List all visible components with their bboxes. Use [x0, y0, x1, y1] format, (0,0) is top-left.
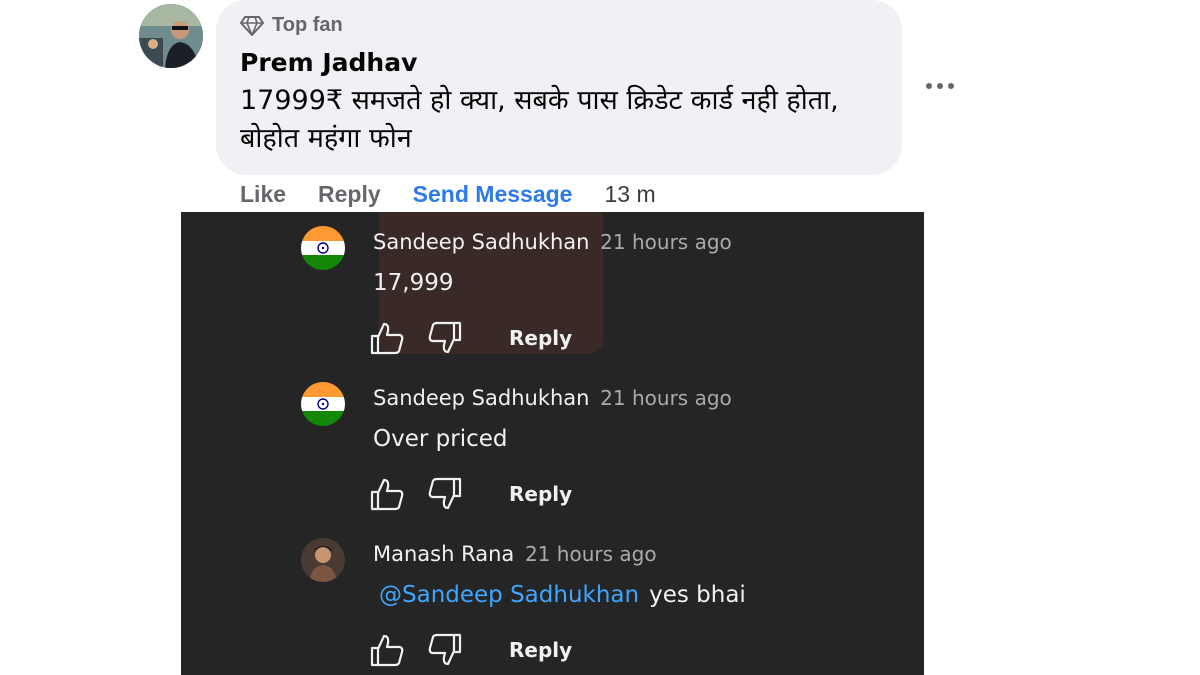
top-fan-badge: Top fan — [240, 14, 343, 37]
comment-author[interactable]: Sandeep Sadhukhan — [373, 230, 589, 254]
comment-bubble: Top fan Prem Jadhav 17999₹ समजते हो क्या… — [216, 0, 902, 175]
reply-button[interactable]: Reply — [509, 326, 572, 350]
youtube-comment: Manash Rana 21 hours ago @Sandeep Sadhuk… — [181, 524, 924, 675]
thumbs-down-icon[interactable] — [427, 476, 463, 512]
youtube-comments-panel: Sandeep Sadhukhan 21 hours ago 17,999 Re… — [181, 212, 924, 675]
thumbs-up-icon[interactable] — [369, 320, 405, 356]
comment-author[interactable]: Sandeep Sadhukhan — [373, 386, 589, 410]
comment-actions: Reply — [369, 476, 572, 512]
comment-header: Sandeep Sadhukhan 21 hours ago — [373, 386, 732, 410]
send-message-link[interactable]: Send Message — [413, 181, 573, 208]
comment-timestamp[interactable]: 21 hours ago — [600, 230, 732, 254]
more-options-icon[interactable] — [926, 72, 954, 100]
thumbs-down-icon[interactable] — [427, 320, 463, 356]
comment-text: 17999₹ समजते हो क्या, सबके पास क्रिडेट क… — [240, 85, 839, 154]
thumbs-down-icon[interactable] — [427, 632, 463, 668]
comment-timestamp[interactable]: 13 m — [604, 181, 655, 208]
comment-header: Sandeep Sadhukhan 21 hours ago — [373, 230, 732, 254]
india-flag-avatar[interactable] — [301, 226, 345, 270]
thumbs-up-icon[interactable] — [369, 476, 405, 512]
comment-timestamp[interactable]: 21 hours ago — [525, 542, 657, 566]
comment-thread-screenshot: Top fan Prem Jadhav 17999₹ समजते हो क्या… — [0, 0, 1200, 675]
thumbs-up-icon[interactable] — [369, 632, 405, 668]
comment-author[interactable]: Prem Jadhav — [240, 48, 417, 77]
user-photo-avatar[interactable] — [301, 538, 345, 582]
commenter-avatar[interactable] — [139, 4, 203, 68]
comment-body: 17,999 — [373, 270, 454, 296]
comment-body: yes bhai — [649, 582, 746, 608]
reply-button[interactable]: Reply — [509, 482, 572, 506]
diamond-icon — [240, 15, 264, 36]
reply-link[interactable]: Reply — [318, 181, 381, 208]
badge-label: Top fan — [272, 14, 343, 36]
comment-actions: Like Reply Send Message 13 m — [240, 178, 656, 210]
comment-actions: Reply — [369, 632, 572, 668]
comment-header: Manash Rana 21 hours ago — [373, 542, 657, 566]
youtube-comment: Sandeep Sadhukhan 21 hours ago 17,999 Re… — [181, 212, 924, 368]
comment-text: @Sandeep Sadhukhan yes bhai — [373, 582, 746, 608]
comment-body: Over priced — [373, 426, 508, 452]
comment-text: Over priced — [373, 426, 507, 452]
comment-text: 17,999 — [373, 270, 453, 296]
comment-author[interactable]: Manash Rana — [373, 542, 514, 566]
user-mention-link[interactable]: @Sandeep Sadhukhan — [379, 582, 639, 608]
india-flag-avatar[interactable] — [301, 382, 345, 426]
reply-button[interactable]: Reply — [509, 638, 572, 662]
youtube-comment: Sandeep Sadhukhan 21 hours ago Over pric… — [181, 368, 924, 524]
comment-timestamp[interactable]: 21 hours ago — [600, 386, 732, 410]
like-link[interactable]: Like — [240, 181, 286, 208]
comment-actions: Reply — [369, 320, 572, 356]
